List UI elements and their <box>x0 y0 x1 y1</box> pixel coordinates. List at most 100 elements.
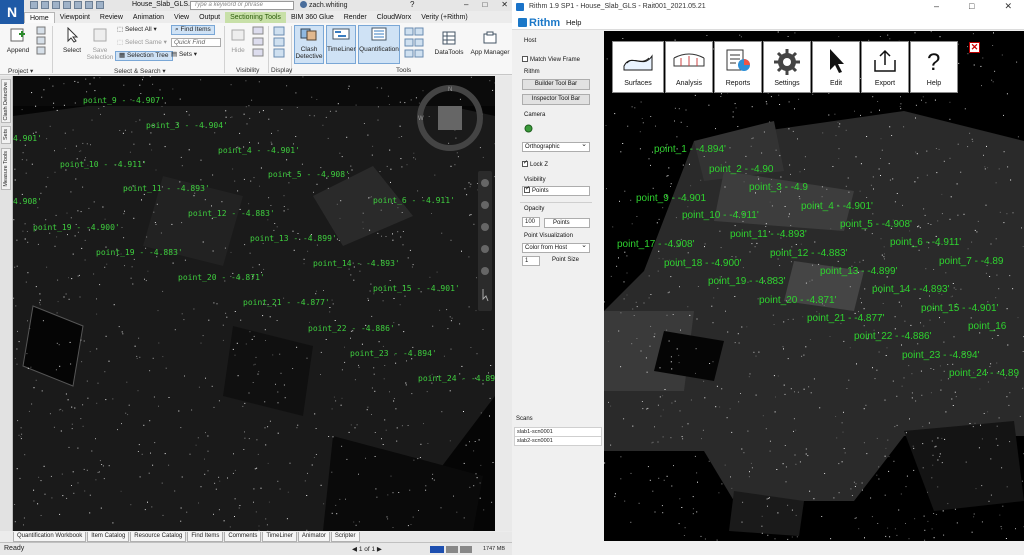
help-button[interactable]: ? <box>410 0 414 9</box>
side-tab-measure-tools[interactable]: Measure Tools <box>1 148 11 190</box>
select-button[interactable]: Select <box>58 26 86 54</box>
redo-icon[interactable] <box>74 1 82 9</box>
save-selection-button[interactable]: Save Selection <box>86 27 114 61</box>
navisworks-3d-viewport[interactable]: N W point_9 - -4.907' point_3 - -4.904' … <box>13 76 495 531</box>
clash-detective-button[interactable]: Clash Detective <box>294 25 324 64</box>
toolbar-surfaces-button[interactable]: Surfaces <box>612 41 664 93</box>
quantification-button[interactable]: Quantification <box>358 25 400 64</box>
minimize-icon[interactable]: – <box>464 0 468 9</box>
color-mode-select[interactable]: Color from Host <box>522 242 590 253</box>
lock-z-checkbox[interactable]: Lock Z <box>522 159 548 168</box>
point-speck <box>429 276 431 278</box>
select-same-button[interactable]: ⬚ Select Same ▾ <box>117 39 167 47</box>
point-label: point_19 - -4.900' <box>33 223 120 232</box>
inspector-tool-bar-button[interactable]: Inspector Tool Bar <box>522 94 590 105</box>
point-speck <box>440 507 442 509</box>
hide-button[interactable]: Hide <box>228 27 248 54</box>
menu-help[interactable]: Help <box>566 18 581 27</box>
toolbar-help-button[interactable]: ? Help <box>910 41 958 93</box>
points-visibility-checkbox[interactable]: Points <box>522 185 590 196</box>
save-icon[interactable] <box>41 1 49 9</box>
side-tab-sets[interactable]: Sets <box>1 126 11 144</box>
camera-reset-icon[interactable] <box>524 124 533 133</box>
help-search-input[interactable]: Type a keyword or phrase <box>190 1 294 10</box>
bottom-tab-resource-catalog[interactable]: Resource Catalog <box>130 532 187 542</box>
bottom-tab-find-items[interactable]: Find Items <box>187 532 224 542</box>
point-speck <box>679 410 681 412</box>
builder-tool-bar-button[interactable]: Builder Tool Bar <box>522 79 590 90</box>
group-project[interactable]: Project ▾ <box>8 67 33 75</box>
point-speck <box>439 309 441 311</box>
side-tab-clash-detective[interactable]: Clash Detective <box>1 79 11 123</box>
open-icon[interactable] <box>30 1 38 9</box>
point-speck <box>72 471 74 473</box>
select-icon[interactable] <box>85 1 93 9</box>
bottom-tab-quantification-workbook[interactable]: Quantification Workbook <box>13 532 87 542</box>
projection-select[interactable]: Orthographic <box>522 141 590 152</box>
point-speck <box>915 104 917 106</box>
point-speck <box>468 256 470 258</box>
tab-bim360-glue[interactable]: BIM 360 Glue <box>286 12 339 23</box>
toolbar-export-button[interactable]: Export <box>861 41 909 93</box>
print-icon[interactable] <box>52 1 60 9</box>
viewcube-icon[interactable]: N W <box>415 83 485 153</box>
bottom-tab-comments[interactable]: Comments <box>224 532 262 542</box>
point-speck <box>371 414 372 415</box>
toolbar-close-button[interactable]: ✕ <box>969 42 980 53</box>
point-speck <box>766 498 768 500</box>
app-manager-button[interactable]: App Manager <box>470 31 510 56</box>
find-items-button[interactable]: ⌕ Find Items <box>171 25 215 35</box>
tab-cloudworx[interactable]: CloudWorx <box>372 12 417 23</box>
tab-verity-rithm[interactable]: Verity (+Rithm) <box>416 12 472 23</box>
timeliner-button[interactable]: TimeLiner <box>326 25 356 64</box>
navisworks-logo[interactable]: N <box>0 0 24 24</box>
close-icon[interactable]: ✕ <box>1004 1 1012 12</box>
close-icon[interactable]: ✕ <box>501 0 508 9</box>
maximize-icon[interactable]: □ <box>482 0 487 9</box>
point-speck <box>902 204 903 206</box>
point-speck <box>947 364 949 365</box>
tab-viewpoint[interactable]: Viewpoint <box>55 12 95 23</box>
toolbar-edit-button[interactable]: Edit <box>812 41 860 93</box>
opacity-input[interactable]: 100 <box>522 217 540 227</box>
display-small-buttons <box>273 26 287 61</box>
bottom-tab-item-catalog[interactable]: Item Catalog <box>87 532 130 542</box>
toolbar-settings-button[interactable]: Settings <box>763 41 811 93</box>
toolbar-analysis-button[interactable]: Analysis <box>665 41 713 93</box>
tab-home[interactable]: Home <box>24 12 55 23</box>
tab-review[interactable]: Review <box>95 12 128 23</box>
match-view-frame-checkbox[interactable]: Match View Frame <box>522 56 580 63</box>
tab-view[interactable]: View <box>169 12 194 23</box>
tab-output[interactable]: Output <box>194 12 225 23</box>
refresh-icon[interactable] <box>96 1 104 9</box>
user-account[interactable]: zach.whiting <box>300 1 348 9</box>
tab-animation[interactable]: Animation <box>128 12 169 23</box>
maximize-icon[interactable]: □ <box>969 1 974 12</box>
point-speck <box>202 335 204 337</box>
scan-item[interactable]: slab2-scn0001 <box>514 436 602 446</box>
toolbar-reports-button[interactable]: Reports <box>714 41 762 93</box>
bottom-tab-scripter[interactable]: Scripter <box>330 532 360 542</box>
point-speck <box>130 504 132 506</box>
point-speck <box>149 143 151 145</box>
bottom-tab-animator[interactable]: Animator <box>297 532 330 542</box>
tab-sectioning-tools[interactable]: Sectioning Tools <box>225 12 286 23</box>
group-select-search[interactable]: Select & Search ▾ <box>114 67 166 75</box>
navigation-bar[interactable] <box>478 171 492 311</box>
bottom-tab-timeliner[interactable]: TimeLiner <box>262 532 297 542</box>
rithm-3d-viewport[interactable]: Surfaces Analysis Reports Settings Edit … <box>604 31 1024 541</box>
opacity-target[interactable]: Points <box>544 218 590 228</box>
undo-icon[interactable] <box>63 1 71 9</box>
datatools-button[interactable]: DataTools <box>432 31 466 56</box>
selection-tree-button[interactable]: ▦ Selection Tree <box>115 51 173 61</box>
point-speck <box>21 159 23 161</box>
select-all-button[interactable]: ⬚ Select All ▾ <box>117 26 157 34</box>
tab-render[interactable]: Render <box>339 12 372 23</box>
point-speck <box>1003 222 1005 224</box>
sheet-pager[interactable]: ◀ 1 of 1 ▶ <box>352 545 382 553</box>
minimize-icon[interactable]: – <box>934 1 939 12</box>
append-button[interactable]: Append <box>4 27 32 54</box>
quick-find-input[interactable]: Quick Find <box>171 38 221 47</box>
point-size-input[interactable]: 1 <box>522 256 540 266</box>
sets-dropdown[interactable]: ▤ Sets ▾ <box>171 51 197 59</box>
